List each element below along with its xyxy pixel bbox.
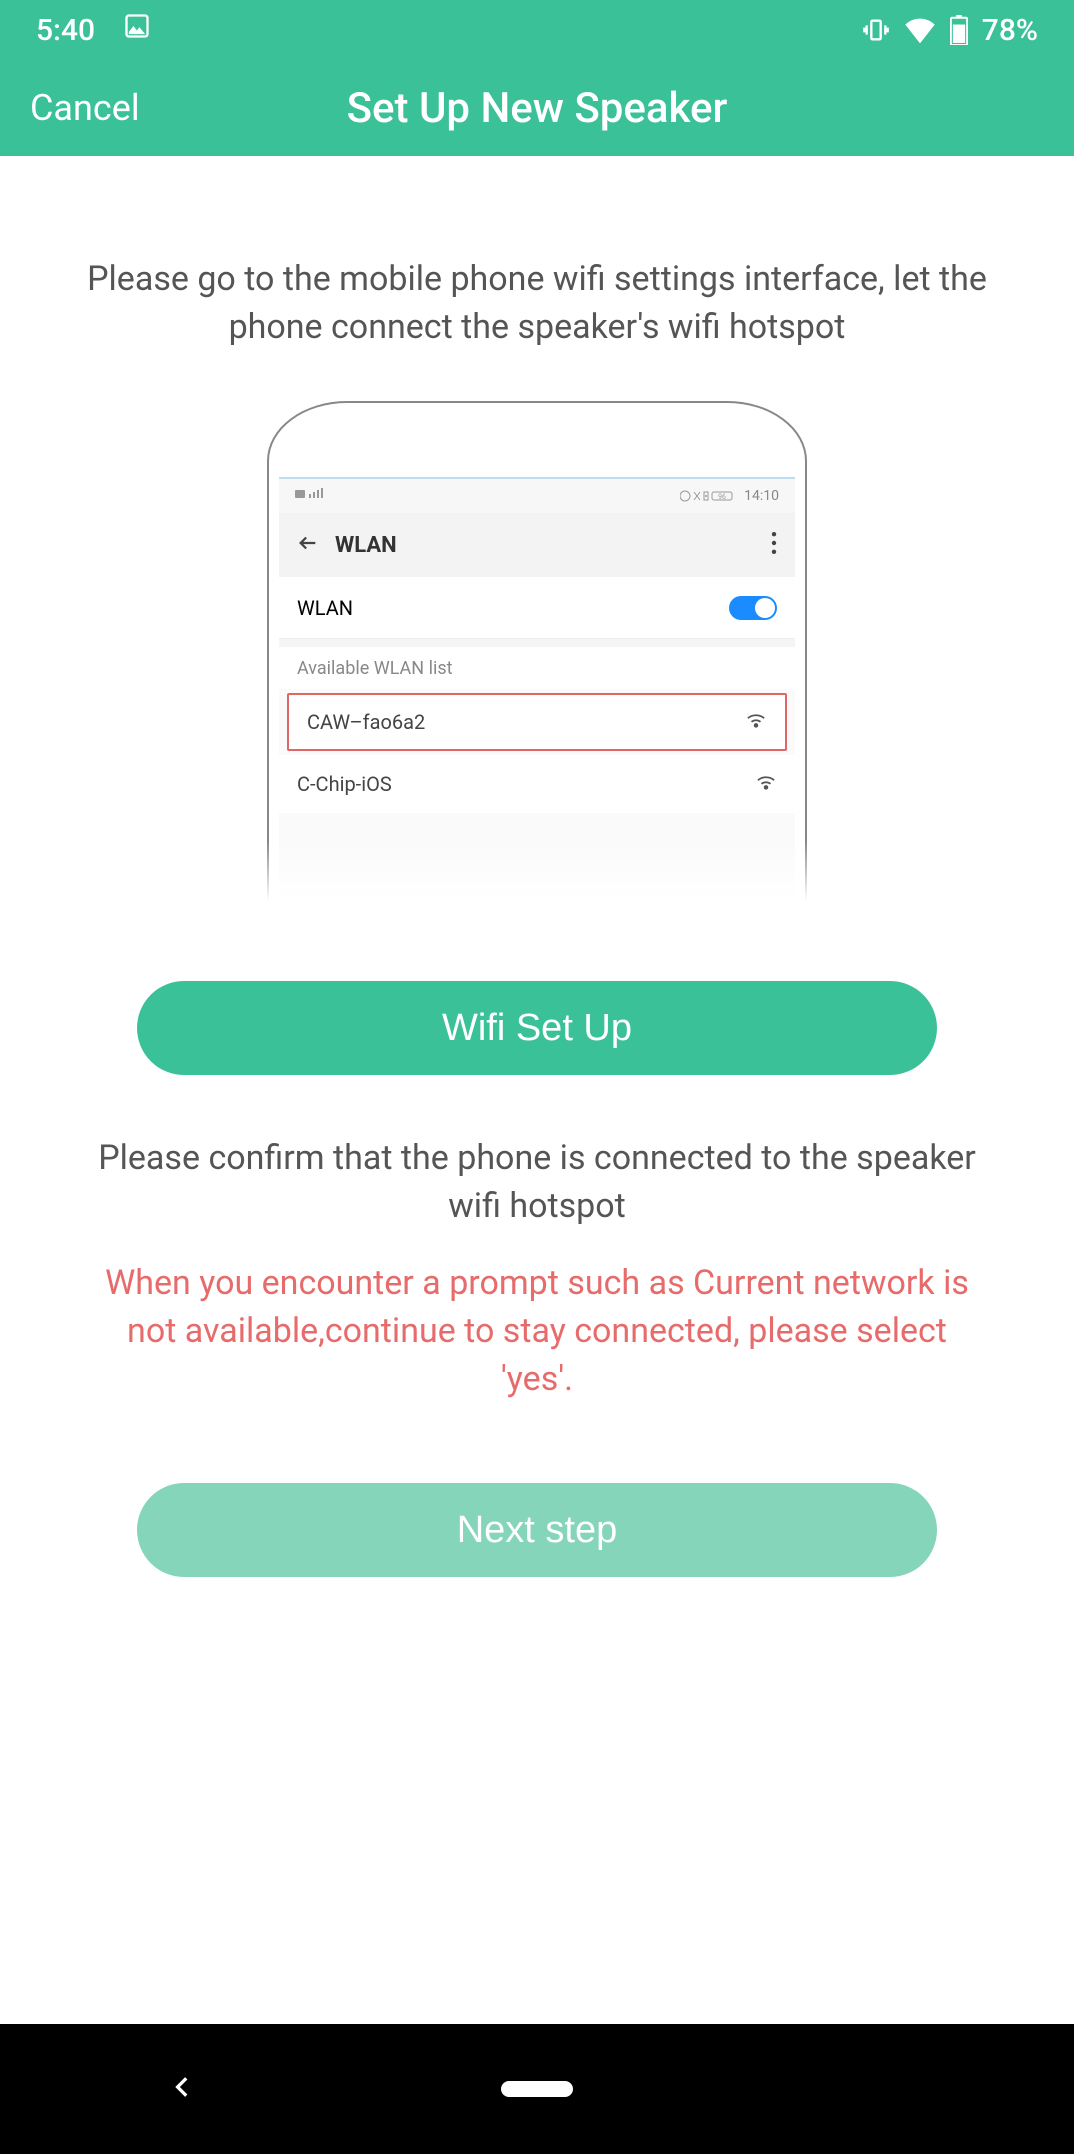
- available-wlan-label: Available WLAN list: [279, 639, 795, 689]
- instruction-text-confirm: Please confirm that the phone is connect…: [87, 1135, 987, 1230]
- cancel-button[interactable]: Cancel: [30, 87, 140, 129]
- nav-home-button[interactable]: [501, 2081, 573, 2097]
- page-title: Set Up New Speaker: [0, 84, 1074, 133]
- wifi-icon: [904, 16, 936, 44]
- vibrate-icon: [862, 16, 890, 44]
- main-content: Please go to the mobile phone wifi setti…: [0, 156, 1074, 2024]
- back-arrow-icon: [297, 532, 319, 558]
- app-bar: Cancel Set Up New Speaker: [0, 60, 1074, 156]
- wlan-item-highlighted: CAW–fao6a2: [287, 693, 787, 751]
- status-bar: 5:40 78%: [0, 0, 1074, 60]
- next-step-button[interactable]: Next step: [137, 1483, 937, 1577]
- wifi-setup-button[interactable]: Wifi Set Up: [137, 981, 937, 1075]
- wifi-signal-icon: [745, 710, 767, 734]
- wifi-signal-icon: [755, 772, 777, 796]
- battery-icon: [950, 15, 968, 45]
- instruction-text-top: Please go to the mobile phone wifi setti…: [87, 256, 987, 351]
- wlan-screen-title: WLAN: [335, 533, 397, 558]
- battery-percent: 78%: [982, 13, 1038, 48]
- status-time: 5:40: [36, 13, 95, 48]
- warning-text: When you encounter a prompt such as Curr…: [87, 1260, 987, 1403]
- wlan-toggle-icon: [729, 596, 777, 620]
- wlan-item: C-Chip-iOS: [279, 755, 795, 813]
- illustration-status-left-icons: [295, 488, 335, 504]
- wlan-toggle-label: WLAN: [297, 596, 353, 620]
- navigation-bar: [0, 2024, 1074, 2154]
- svg-text:96: 96: [718, 493, 726, 501]
- nav-back-button[interactable]: [170, 2074, 196, 2104]
- illustration-status-right: 96 14:10: [680, 488, 779, 504]
- phone-illustration: 96 14:10 WLAN: [267, 401, 807, 901]
- more-icon: [771, 532, 777, 558]
- image-icon: [123, 12, 151, 48]
